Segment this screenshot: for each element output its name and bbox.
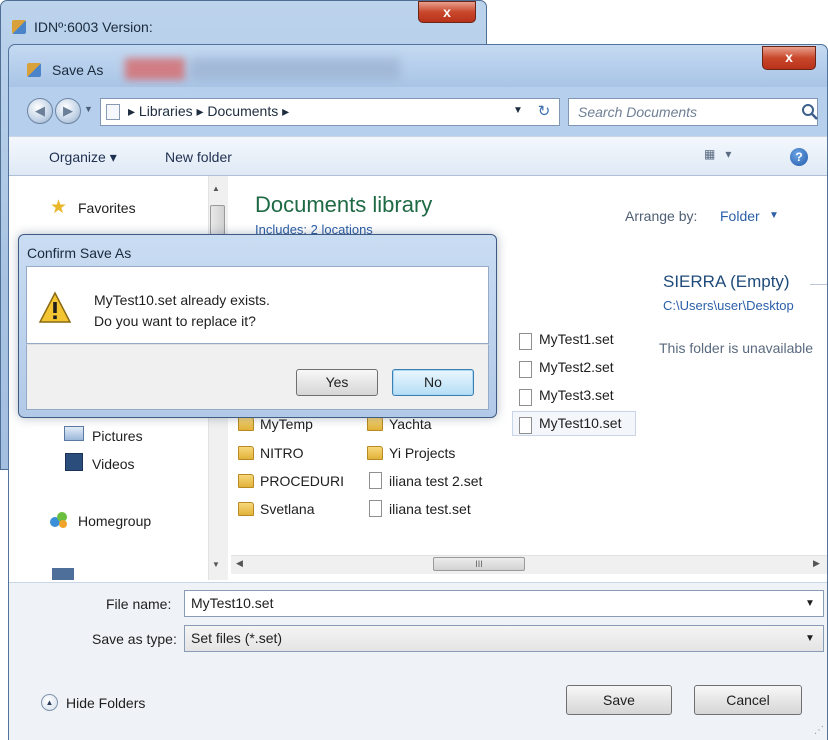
library-icon xyxy=(106,104,120,120)
list-item[interactable]: PROCEDURI xyxy=(260,473,344,489)
save-as-close-button[interactable]: x xyxy=(762,46,816,70)
confirm-message-line1: MyTest10.set already exists. xyxy=(94,292,270,308)
save-as-title: Save As xyxy=(52,62,104,78)
list-item[interactable]: MyTest10.set xyxy=(539,415,621,431)
nav-item-homegroup[interactable]: Homegroup xyxy=(78,513,151,529)
no-button[interactable]: No xyxy=(392,369,474,396)
chevron-down-icon[interactable]: ▼ xyxy=(805,633,815,644)
list-item[interactable]: MyTest1.set xyxy=(539,331,614,347)
file-name-label: File name: xyxy=(106,596,172,612)
folder-icon xyxy=(367,446,383,460)
save-as-type-value[interactable]: Set files (*.set) xyxy=(191,630,282,646)
computer-icon xyxy=(52,568,74,580)
scroll-up-icon[interactable]: ▲ xyxy=(212,184,220,193)
arrow-right-icon: ▶ xyxy=(63,103,73,118)
arrow-left-icon: ◀ xyxy=(35,103,45,118)
background-close-button[interactable]: x xyxy=(418,1,476,23)
hide-folders-button[interactable]: Hide Folders xyxy=(66,695,145,711)
homegroup-icon xyxy=(50,512,67,528)
document-icon xyxy=(519,389,532,406)
help-icon[interactable]: ? xyxy=(790,148,808,166)
list-item[interactable]: MyTest2.set xyxy=(539,359,614,375)
chevron-down-icon[interactable]: ▼ xyxy=(769,210,779,221)
list-item[interactable]: iliana test.set xyxy=(389,501,471,517)
refresh-icon[interactable]: ↻ xyxy=(530,100,558,124)
search-placeholder: Search Documents xyxy=(578,104,698,120)
scroll-right-icon[interactable]: ▶ xyxy=(813,558,820,569)
background-window-title: IDNº:6003 Version: xyxy=(34,19,153,35)
list-item[interactable]: Yachta xyxy=(389,416,432,432)
app-icon xyxy=(12,20,26,34)
horizontal-scroll-thumb[interactable]: III xyxy=(433,557,525,571)
document-icon xyxy=(369,500,382,517)
nav-item-favorites[interactable]: Favorites xyxy=(78,200,136,216)
nav-item-pictures[interactable]: Pictures xyxy=(92,428,143,444)
blurred-region xyxy=(190,58,400,80)
nav-item-videos[interactable]: Videos xyxy=(92,456,135,472)
folder-icon xyxy=(238,474,254,488)
cancel-button[interactable]: Cancel xyxy=(694,685,802,715)
file-name-value[interactable]: MyTest10.set xyxy=(191,595,273,611)
organize-button[interactable]: Organize ▾ xyxy=(49,149,117,166)
folder-icon xyxy=(238,446,254,460)
folder-icon xyxy=(238,417,254,431)
document-icon xyxy=(519,333,532,350)
list-item[interactable]: Svetlana xyxy=(260,501,314,517)
confirm-dialog-title: Confirm Save As xyxy=(27,245,132,261)
scroll-left-icon[interactable]: ◀ xyxy=(236,558,243,569)
library-title: Documents library xyxy=(255,192,433,217)
address-dropdown-icon[interactable]: ▼ xyxy=(513,105,523,116)
folder-icon xyxy=(238,502,254,516)
file-name-input[interactable] xyxy=(184,590,824,617)
search-icon[interactable] xyxy=(800,101,820,123)
location-heading: SIERRA (Empty) xyxy=(663,272,790,291)
recent-pages-dropdown-icon[interactable]: ▼ xyxy=(84,104,93,114)
arrange-by-dropdown[interactable]: Folder xyxy=(720,208,760,224)
horizontal-scrollbar[interactable] xyxy=(231,555,827,574)
back-button[interactable]: ◀ xyxy=(27,98,53,124)
save-as-app-icon xyxy=(27,63,41,77)
new-folder-button[interactable]: New folder xyxy=(165,149,232,165)
list-item[interactable]: Yi Projects xyxy=(389,445,455,461)
list-item[interactable]: MyTest3.set xyxy=(539,387,614,403)
list-item[interactable]: iliana test 2.set xyxy=(389,473,482,489)
resize-grip-icon[interactable]: ⋰ xyxy=(814,725,824,736)
arrange-by-label: Arrange by: xyxy=(625,208,698,224)
list-item[interactable]: NITRO xyxy=(260,445,304,461)
star-icon: ★ xyxy=(50,197,68,218)
divider xyxy=(810,284,827,285)
chevron-up-icon[interactable]: ▲ xyxy=(41,694,58,711)
film-icon xyxy=(65,453,83,471)
warning-icon xyxy=(38,291,72,323)
blurred-region xyxy=(125,58,185,80)
views-icon[interactable]: ▦ ▾ xyxy=(704,147,744,167)
save-as-type-label: Save as type: xyxy=(92,631,177,647)
pictures-icon xyxy=(64,426,84,441)
confirm-message-line2: Do you want to replace it? xyxy=(94,313,256,329)
list-item[interactable]: MyTemp xyxy=(260,416,313,432)
document-icon xyxy=(519,361,532,378)
scroll-down-icon[interactable]: ▼ xyxy=(212,560,220,569)
folder-icon xyxy=(367,417,383,431)
address-breadcrumb[interactable]: ▸ Libraries ▸ Documents ▸ xyxy=(128,103,289,120)
location-path-link[interactable]: C:\Users\user\Desktop xyxy=(663,298,794,313)
location-status: This folder is unavailable xyxy=(659,340,814,356)
document-icon xyxy=(369,472,382,489)
chevron-down-icon[interactable]: ▼ xyxy=(805,598,815,609)
forward-button[interactable]: ▶ xyxy=(55,98,81,124)
document-icon xyxy=(519,417,532,434)
save-button[interactable]: Save xyxy=(566,685,672,715)
nav-scroll-thumb[interactable] xyxy=(210,205,225,235)
yes-button[interactable]: Yes xyxy=(296,369,378,396)
